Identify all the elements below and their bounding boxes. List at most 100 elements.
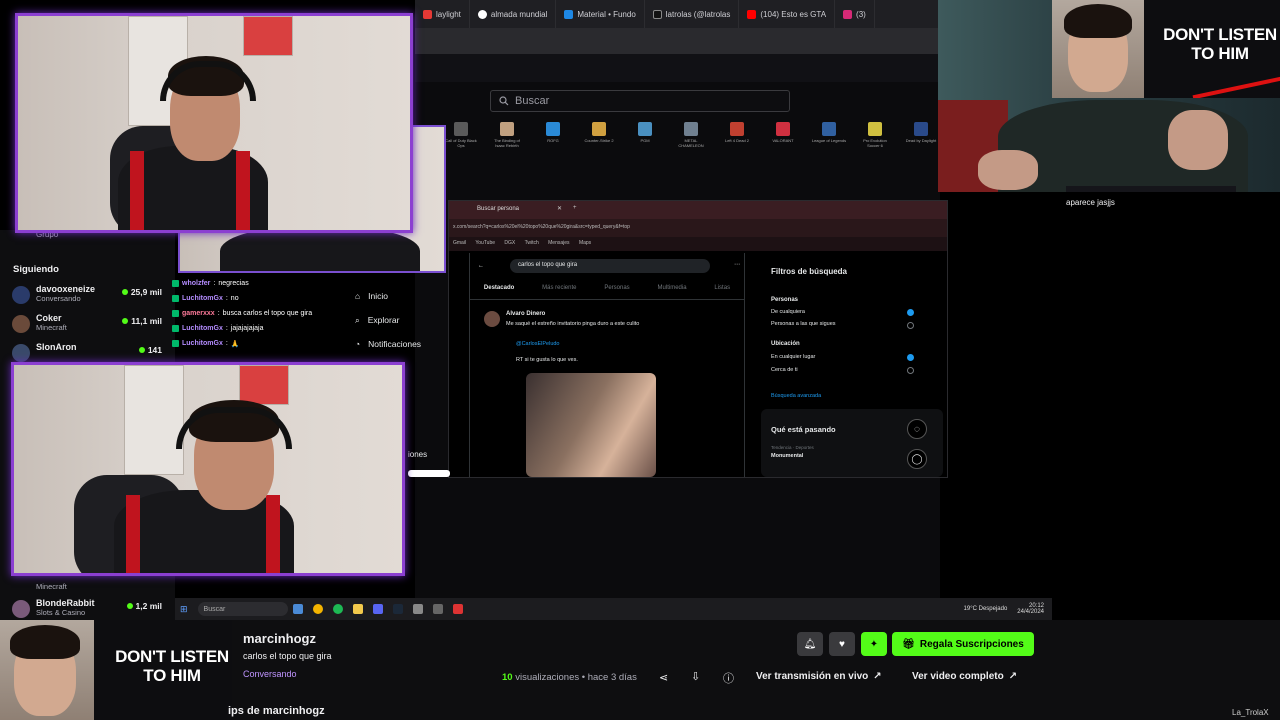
people-option[interactable]: De cualquiera <box>771 309 805 315</box>
game-shortcut[interactable]: The Binding of Isaac Rebirth <box>491 122 523 162</box>
bookmark[interactable]: DGX <box>504 240 515 246</box>
sidebar-item-davooxeneize[interactable]: davooxeneize Conversando 25,9 mil <box>12 284 162 312</box>
location-option[interactable]: Cerca de ti <box>771 367 798 373</box>
watch-full-label: Ver video completo <box>912 671 1004 682</box>
messages-icon[interactable]: ◯ <box>907 449 927 469</box>
folder-icon[interactable] <box>352 604 363 614</box>
divider <box>470 299 744 300</box>
tab-reciente[interactable]: Más reciente <box>542 285 576 291</box>
browser-tab[interactable]: latrolas (@latrolas <box>645 0 740 28</box>
app-icon[interactable] <box>452 604 463 614</box>
gift-subs-button[interactable]: 🎁︎ Regala Suscripciones <box>892 632 1034 656</box>
advanced-search-link[interactable]: Búsqueda avanzada <box>771 393 821 399</box>
app-icon[interactable] <box>432 604 443 614</box>
download-icon[interactable]: ⇩ <box>691 670 700 683</box>
avatar[interactable] <box>484 311 500 327</box>
new-tab-icon[interactable]: + <box>573 205 577 211</box>
inner-tab-label[interactable]: Buscar persona <box>477 206 519 212</box>
app-icon[interactable] <box>292 604 303 614</box>
game-shortcut[interactable]: Counter-Strike 2 <box>583 122 615 162</box>
browser-tab[interactable]: almada mundial <box>470 0 557 28</box>
windows-start-icon[interactable]: ⊞ <box>180 604 188 615</box>
radio-unselected[interactable] <box>907 367 914 374</box>
notifications-button[interactable]: 🔔︎ <box>797 632 823 656</box>
meme-overlay-bottom: DON'T LISTEN TO HIM <box>0 620 232 720</box>
stream-category[interactable]: Conversando <box>243 669 297 679</box>
back-arrow-icon[interactable]: ← <box>478 263 484 269</box>
browser-tab[interactable]: (104) Esto es GTA <box>739 0 836 28</box>
sidebar-item-coker[interactable]: Coker Minecraft 11,1 mil <box>12 313 162 341</box>
taskbar-search[interactable]: Buscar <box>197 602 288 616</box>
trend-name[interactable]: Monumental <box>771 453 803 459</box>
post-button[interactable] <box>408 470 450 477</box>
game-shortcut[interactable]: PGM <box>629 122 661 162</box>
spotify-icon[interactable] <box>332 604 343 614</box>
info-icon[interactable]: ⓘ <box>723 670 734 686</box>
steam-icon[interactable] <box>392 604 403 614</box>
nav-home[interactable]: ⌂ Inicio <box>355 284 445 308</box>
bookmark[interactable]: Twitch <box>525 240 539 246</box>
game-shortcut[interactable]: VALORANT <box>767 122 799 162</box>
game-shortcut[interactable]: Call of Duty Black Ops <box>445 122 477 162</box>
bookmark[interactable]: Maps <box>579 240 591 246</box>
chat-user[interactable]: LuchitomGx <box>182 295 223 302</box>
x-search-input[interactable]: carlos el topo que gira <box>510 259 710 273</box>
browser-tab[interactable]: (3) <box>835 0 875 28</box>
tab-multimedia[interactable]: Multimedia <box>658 285 687 291</box>
browser-tab[interactable]: Material • Fundo <box>556 0 645 28</box>
nav-notifications[interactable]: ◔ Notificaciones <box>355 332 445 356</box>
subscribe-button[interactable]: ✦ <box>861 632 887 656</box>
location-label: Ubicación <box>771 341 800 347</box>
radio-selected[interactable] <box>907 309 914 316</box>
chat-user[interactable]: gamerxxx <box>182 310 215 317</box>
bookmark[interactable]: YouTube <box>475 240 495 246</box>
weather-text[interactable]: 19°C Despejado <box>964 606 1008 612</box>
close-icon[interactable]: ✕ <box>557 205 562 212</box>
launcher-search-input[interactable]: Buscar <box>490 90 790 112</box>
radio-unselected[interactable] <box>907 322 914 329</box>
browser-tab[interactable]: laylight <box>415 0 470 28</box>
live-dot-icon <box>126 603 133 609</box>
discord-icon[interactable] <box>372 604 383 614</box>
grok-icon[interactable]: ◌ <box>907 419 927 439</box>
chat-user[interactable]: LuchitomGx <box>182 340 223 347</box>
browser-address-bar[interactable] <box>415 28 940 54</box>
tweet-media-image[interactable] <box>526 373 656 477</box>
game-shortcut[interactable]: League of Legends <box>812 122 846 162</box>
nav-explore[interactable]: ⌕ Explorar <box>355 308 445 332</box>
youtube-icon <box>747 9 757 19</box>
chat-user[interactable]: wholzfer <box>182 280 210 287</box>
dont-listen-text: DON'T LISTEN TO HIM <box>110 647 232 685</box>
game-shortcut[interactable]: ROFG <box>537 122 569 162</box>
share-icon[interactable]: ⋖ <box>659 671 668 684</box>
x-timeline: ← carlos el topo que gira ⋯ Destacado Má… <box>469 253 745 477</box>
tab-listas[interactable]: Listas <box>714 285 730 291</box>
follow-button[interactable]: ♥ <box>829 632 855 656</box>
radio-selected[interactable] <box>907 354 914 361</box>
tweet-author[interactable]: Alvaro Dinero <box>506 311 545 317</box>
avatar <box>12 344 30 362</box>
tab-personas[interactable]: Personas <box>604 285 629 291</box>
clock[interactable]: 20:12 24/4/2024 <box>1017 603 1044 615</box>
watch-full-button[interactable]: Ver video completo ↗ <box>912 671 1017 682</box>
game-shortcut[interactable]: Left 4 Dead 2 <box>721 122 753 162</box>
watch-live-button[interactable]: Ver transmisión en vivo ↗ <box>756 671 882 682</box>
bookmark[interactable]: Mensajes <box>548 240 569 246</box>
bookmark[interactable]: Gmail <box>453 240 466 246</box>
app-icon[interactable] <box>412 604 423 614</box>
streamer-name[interactable]: marcinhogz <box>243 631 316 646</box>
location-option[interactable]: En cualquier lugar <box>771 354 815 360</box>
chrome-icon[interactable] <box>312 604 323 614</box>
inner-address-bar[interactable]: x.com/search?q=carlos%20el%20topo%20que%… <box>449 219 947 237</box>
more-icon[interactable]: ⋯ <box>734 261 740 268</box>
trend-category: Tendencia · Deportes <box>771 445 814 450</box>
watermark: La_TrolaX <box>1232 708 1269 717</box>
game-shortcut[interactable]: Pro Evolution Soccer 6 <box>859 122 891 162</box>
game-shortcut[interactable]: METAL CHAMELEON <box>675 122 707 162</box>
chat-user[interactable]: LuchitomGx <box>182 325 223 332</box>
viewer-count: 25,9 mil <box>121 287 162 297</box>
tab-destacado[interactable]: Destacado <box>484 285 514 291</box>
game-shortcut[interactable]: Dead by Daylight <box>905 122 937 162</box>
people-option[interactable]: Personas a las que sigues <box>771 321 836 327</box>
tweet-mention[interactable]: @CarlosElPeludo <box>516 341 560 347</box>
